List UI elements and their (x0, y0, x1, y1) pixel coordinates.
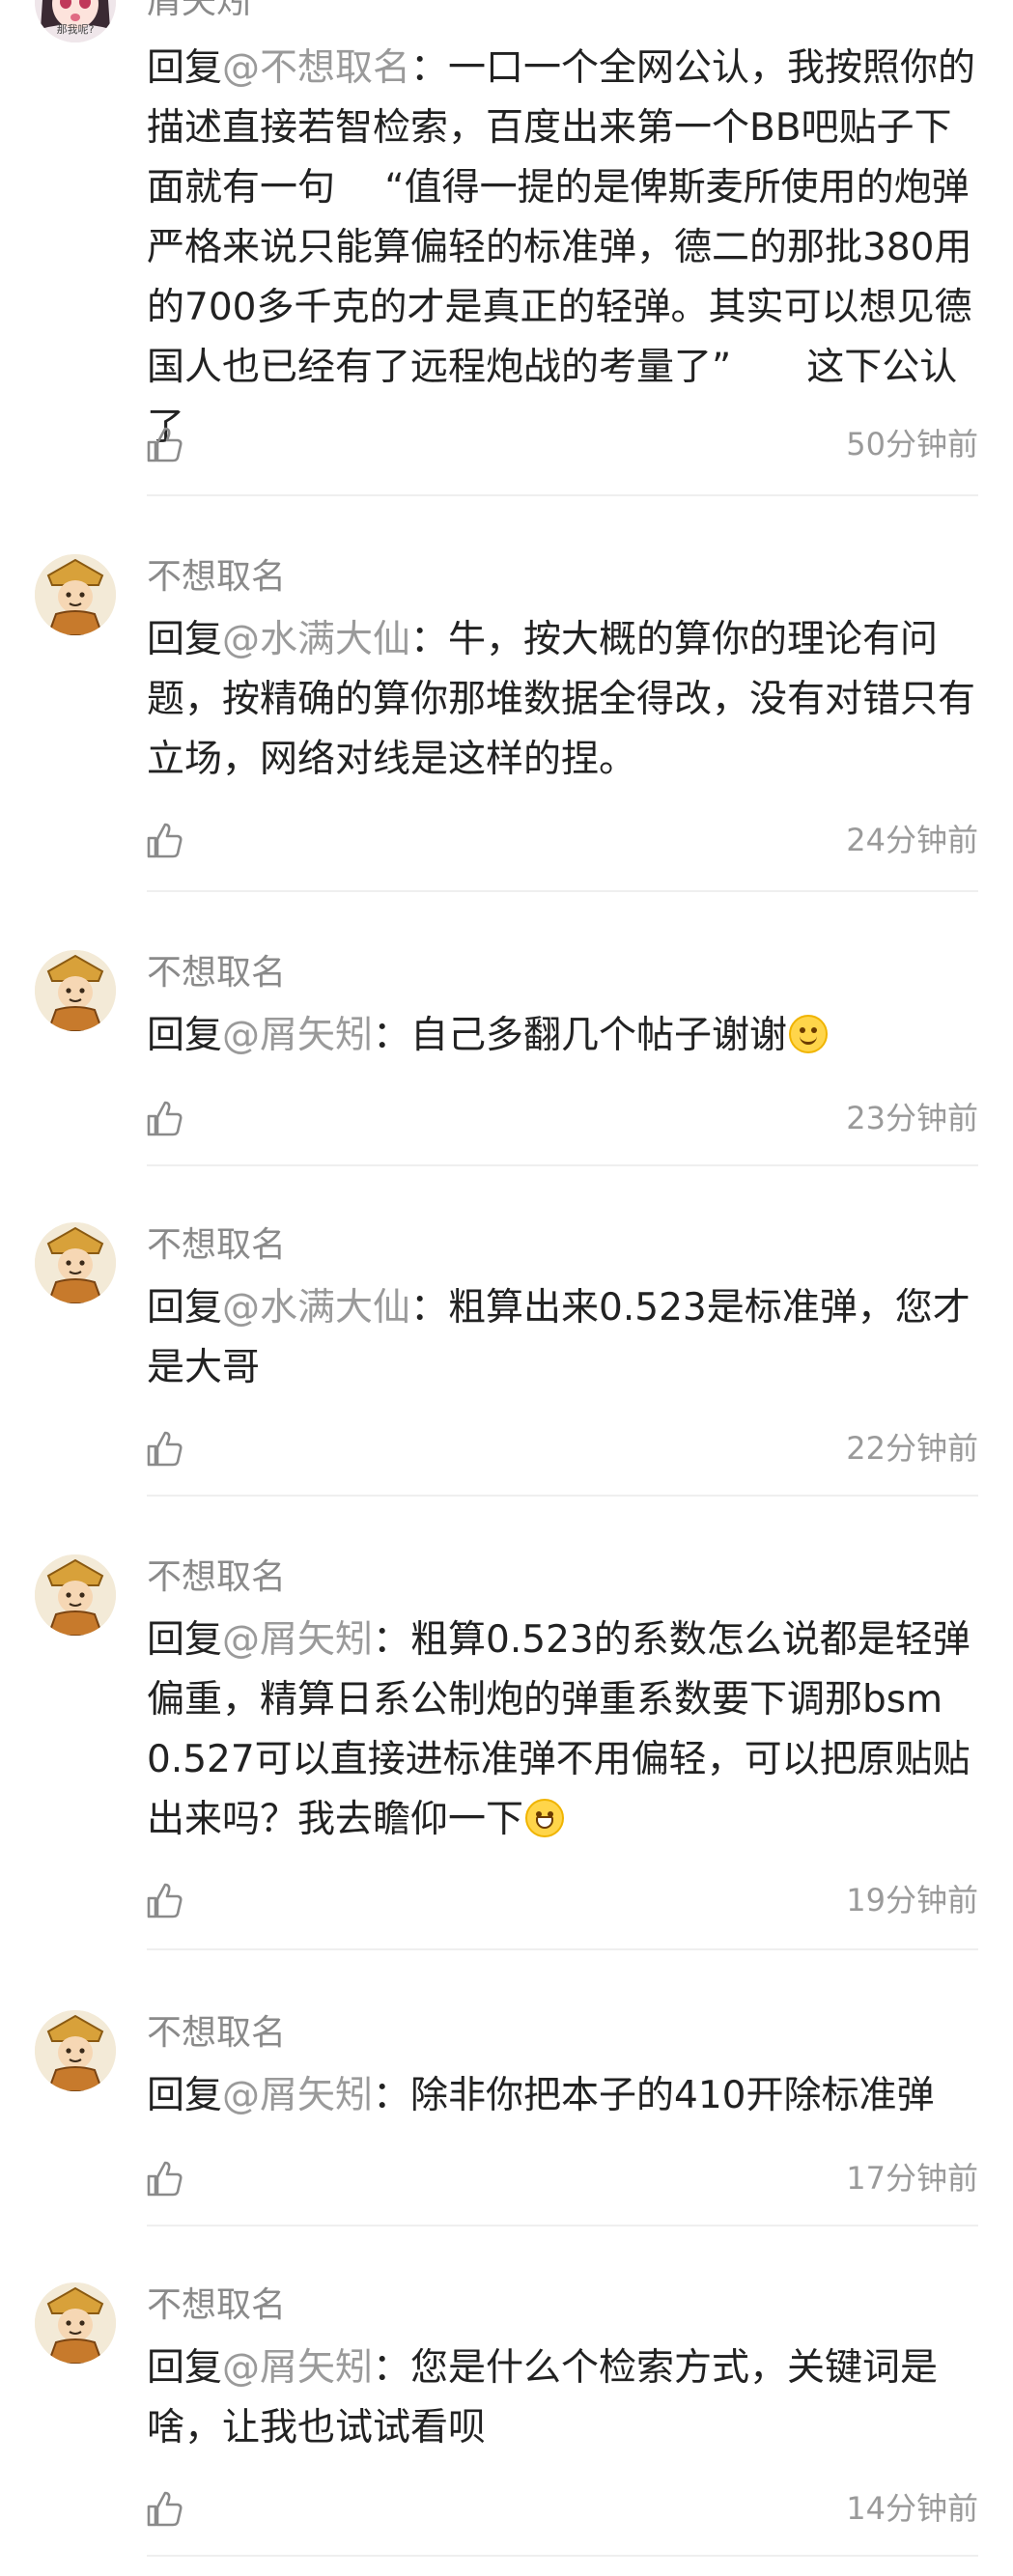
divider (147, 2225, 978, 2226)
mention-link[interactable]: @水满大仙 (222, 1286, 410, 1330)
reply-prefix: 回复 (147, 2346, 223, 2390)
monk-avatar-icon (35, 1554, 116, 1636)
comment-text: 一口一个全网公认，我按照你的描述直接若智检索，百度出来第一个BB吧贴子下面就有一… (147, 46, 976, 449)
timestamp: 50分钟前 (846, 426, 978, 462)
timestamp: 23分钟前 (846, 1100, 978, 1136)
divider (147, 1164, 978, 1166)
mention-link[interactable]: @屑矢矧 (222, 1014, 373, 1057)
timestamp: 17分钟前 (846, 2160, 978, 2197)
monk-avatar-icon (35, 2010, 116, 2091)
username[interactable]: 不想取名 (147, 554, 286, 601)
reply-prefix: 回复 (147, 1618, 223, 1662)
mention-link[interactable]: @不想取名 (222, 46, 410, 90)
username[interactable]: 不想取名 (147, 1554, 286, 1601)
thumbs-up-icon (147, 1883, 183, 1918)
timestamp: 19分钟前 (846, 1882, 978, 1918)
monk-avatar-icon (35, 950, 116, 1031)
like-button[interactable] (143, 2487, 185, 2530)
timestamp: 14分钟前 (846, 2490, 978, 2527)
reply-prefix: 回复 (147, 1014, 223, 1057)
timestamp: 24分钟前 (846, 822, 978, 858)
avatar[interactable]: 那我呢? (35, 0, 116, 42)
avatar[interactable] (35, 1554, 116, 1636)
colon: ： (373, 2346, 411, 2390)
colon: ： (373, 2074, 411, 2117)
like-button[interactable] (143, 1097, 185, 1139)
avatar[interactable] (35, 950, 116, 1031)
divider (147, 1948, 978, 1950)
thumbs-up-icon (147, 1101, 183, 1136)
reply-prefix: 回复 (147, 2074, 223, 2117)
username[interactable]: 不想取名 (147, 2282, 286, 2329)
thumbs-up-icon (147, 2491, 183, 2527)
like-button[interactable] (143, 1879, 185, 1921)
mention-link[interactable]: @屑矢矧 (222, 2346, 373, 2390)
divider (147, 890, 978, 892)
thumbs-up-icon (147, 2161, 183, 2197)
divider (147, 2555, 978, 2557)
thumbs-up-icon (147, 427, 183, 462)
divider (147, 494, 978, 496)
username[interactable]: 不想取名 (147, 950, 286, 996)
comment-body: 回复@屑矢矧：您是什么个检索方式，关键词是啥，让我也试试看呗 (147, 2338, 977, 2458)
avatar[interactable] (35, 2282, 116, 2364)
colon: ： (410, 46, 449, 90)
comment-body: 回复@屑矢矧：粗算0.523的系数怎么说都是轻弹偏重，精算日系公制炮的弹重系数要… (147, 1610, 977, 1850)
monk-avatar-icon (35, 1222, 116, 1303)
divider (147, 1495, 978, 1497)
avatar[interactable] (35, 2010, 116, 2091)
mention-link[interactable]: @屑矢矧 (222, 1618, 373, 1662)
reply-prefix: 回复 (147, 46, 223, 90)
like-button[interactable] (143, 423, 185, 465)
comment-body: 回复@不想取名：一口一个全网公认，我按照你的描述直接若智检索，百度出来第一个BB… (147, 39, 977, 458)
avatar-caption: 那我呢? (56, 23, 95, 36)
comment-body: 回复@屑矢矧：自己多翻几个帖子谢谢 (147, 1006, 977, 1066)
colon: ： (410, 1286, 449, 1330)
like-button[interactable] (143, 2157, 185, 2199)
colon: ： (410, 618, 449, 661)
grin-emoji-icon (525, 1799, 565, 1837)
thumbs-up-icon (147, 823, 183, 858)
like-button[interactable] (143, 819, 185, 861)
username[interactable]: 屑矢矧 (147, 0, 251, 25)
comment-body: 回复@水满大仙：粗算出来0.523是标准弹，您才是大哥 (147, 1278, 977, 1398)
comment-body: 回复@屑矢矧：除非你把本子的410开除标准弹 (147, 2066, 977, 2126)
colon: ： (373, 1618, 411, 1662)
mention-link[interactable]: @水满大仙 (222, 618, 410, 661)
reply-prefix: 回复 (147, 618, 223, 661)
monk-avatar-icon (35, 554, 116, 635)
thumbs-up-icon (147, 1431, 183, 1467)
like-button[interactable] (143, 1427, 185, 1470)
comment-body: 回复@水满大仙：牛，按大概的算你的理论有问题，按精确的算你那堆数据全得改，没有对… (147, 610, 977, 790)
comment-text: 除非你把本子的410开除标准弹 (410, 2074, 935, 2117)
avatar[interactable] (35, 554, 116, 635)
smile-emoji-icon (789, 1015, 829, 1053)
username[interactable]: 不想取名 (147, 1222, 286, 1269)
username[interactable]: 不想取名 (147, 2010, 286, 2057)
colon: ： (373, 1014, 411, 1057)
mention-link[interactable]: @屑矢矧 (222, 2074, 373, 2117)
timestamp: 22分钟前 (846, 1430, 978, 1467)
reply-prefix: 回复 (147, 1286, 223, 1330)
avatar[interactable] (35, 1222, 116, 1303)
comment-text: 自己多翻几个帖子谢谢 (410, 1014, 788, 1057)
monk-avatar-icon (35, 2282, 116, 2364)
